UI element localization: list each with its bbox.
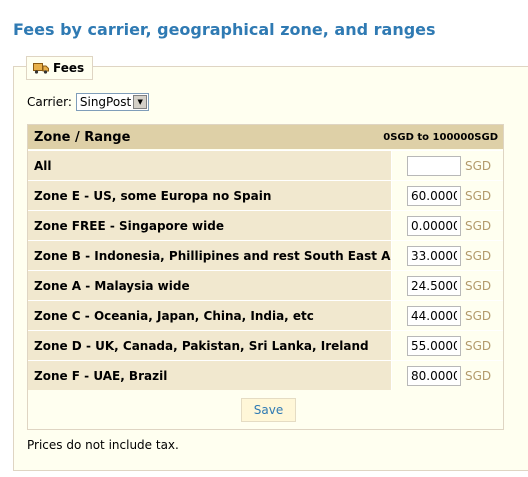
carrier-row: Carrier: SingPost ▼ — [27, 93, 150, 111]
table-row: All SGD — [28, 150, 503, 180]
zone-name: Zone C - Oceania, Japan, China, India, e… — [28, 301, 391, 330]
currency-label: SGD — [465, 188, 492, 203]
zone-name: Zone D - UK, Canada, Pakistan, Sri Lanka… — [28, 331, 391, 360]
fees-legend: Fees — [26, 56, 94, 80]
table-row: Zone C - Oceania, Japan, China, India, e… — [28, 300, 503, 330]
currency-label: SGD — [465, 218, 492, 233]
currency-label: SGD — [465, 158, 492, 173]
table-row: Zone A - Malaysia wide SGD — [28, 270, 503, 300]
table-row: Zone F - UAE, Brazil SGD — [28, 360, 503, 390]
fee-input[interactable] — [407, 275, 461, 296]
fees-legend-label: Fees — [53, 61, 85, 75]
fee-input[interactable] — [407, 245, 461, 266]
carrier-select[interactable]: SingPost ▼ — [75, 93, 150, 111]
currency-label: SGD — [465, 248, 492, 263]
currency-label: SGD — [465, 338, 492, 353]
fee-cell: SGD — [391, 211, 503, 240]
fee-input[interactable] — [407, 305, 461, 326]
fee-cell: SGD — [391, 181, 503, 210]
zone-name: Zone B - Indonesia, Phillipines and rest… — [28, 241, 410, 270]
fee-cell: SGD — [391, 151, 503, 180]
price-range-header: 0SGD to 100000SGD — [383, 131, 498, 143]
fee-input[interactable] — [407, 335, 461, 356]
table-row: Zone E - US, some Europa no Spain SGD — [28, 180, 503, 210]
zone-name: Zone F - UAE, Brazil — [28, 361, 391, 390]
currency-label: SGD — [465, 278, 492, 293]
carrier-select-value: SingPost — [79, 95, 132, 109]
table-header: Zone / Range 0SGD to 100000SGD — [28, 125, 503, 149]
currency-label: SGD — [465, 368, 492, 383]
table-row: Zone B - Indonesia, Phillipines and rest… — [28, 240, 503, 270]
fee-cell: SGD — [391, 361, 503, 390]
fee-input[interactable] — [407, 185, 461, 206]
fee-input[interactable] — [407, 365, 461, 386]
zone-name: All — [28, 151, 391, 180]
zone-name: Zone A - Malaysia wide — [28, 271, 391, 300]
chevron-down-icon[interactable]: ▼ — [133, 95, 148, 109]
fees-table: Zone / Range 0SGD to 100000SGD All SGD Zon… — [27, 124, 504, 430]
currency-label: SGD — [465, 308, 492, 323]
zone-name: Zone FREE - Singapore wide — [28, 211, 391, 240]
table-row: Zone D - UK, Canada, Pakistan, Sri Lanka… — [28, 330, 503, 360]
fee-cell: SGD — [391, 271, 503, 300]
fee-input[interactable] — [407, 215, 461, 236]
page-title: Fees by carrier, geographical zone, and … — [13, 20, 436, 39]
fee-cell: SGD — [391, 241, 503, 270]
fee-input[interactable] — [407, 155, 461, 176]
fee-cell: SGD — [391, 301, 503, 330]
delivery-truck-icon — [33, 62, 49, 74]
tax-note: Prices do not include tax. — [27, 438, 179, 452]
zone-name: Zone E - US, some Europa no Spain — [28, 181, 391, 210]
carrier-label: Carrier: — [27, 95, 72, 109]
zone-range-header: Zone / Range — [34, 129, 131, 145]
table-row: Zone FREE - Singapore wide SGD — [28, 210, 503, 240]
fee-cell: SGD — [391, 331, 503, 360]
save-button[interactable]: Save — [241, 398, 296, 422]
